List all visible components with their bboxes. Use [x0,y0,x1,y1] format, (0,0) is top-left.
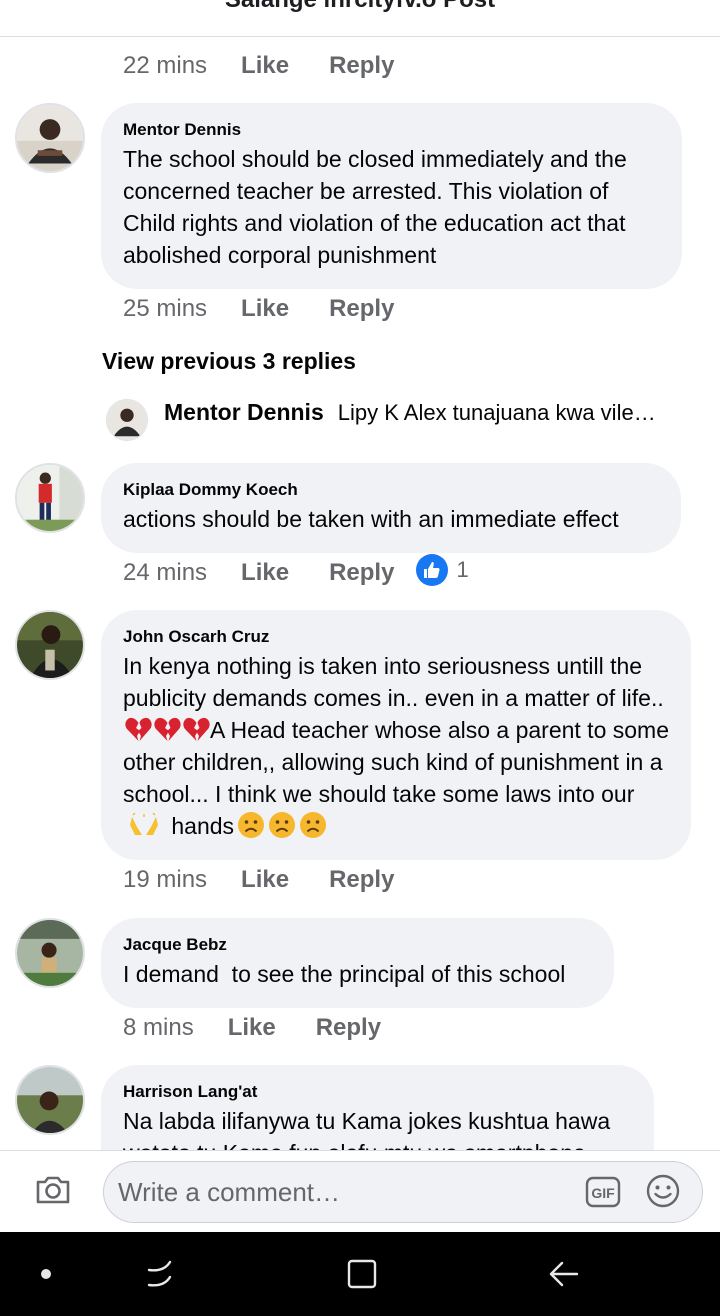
avatar-jacque-bebz[interactable] [15,918,85,988]
post-header: Salange inrcityfv.o Post [0,0,720,37]
comment-text: I demand to see the principal of this sc… [123,961,566,987]
camera-icon[interactable] [34,1171,72,1209]
recent-apps-icon[interactable] [140,1254,180,1294]
reply-button[interactable]: Reply [329,866,394,894]
avatar-image [17,920,83,986]
post-title: Salange inrcityfv.o Post [0,0,720,14]
svg-text:GIF: GIF [591,1185,615,1201]
assistant-dot-icon[interactable] [26,1254,66,1294]
comment-time: 25 mins [123,295,208,322]
comment-author[interactable]: Kiplaa Dommy Koech [123,479,659,501]
comment-bubble: Jacque Bebz I demand to see the principa… [101,918,614,1008]
reaction-summary[interactable]: 1 [416,554,469,586]
avatar-kiplaa-dommy-koech[interactable] [15,463,85,533]
comment-composer: GIF [0,1150,720,1232]
comment-text-part: In kenya nothing is taken into seriousne… [123,653,671,711]
view-previous-replies[interactable]: View previous 3 replies [102,348,356,375]
avatar-image [107,400,147,440]
reply-button[interactable]: Reply [329,559,394,587]
comment-time: 8 mins [123,1014,194,1041]
broken-heart-icon [183,717,210,741]
like-icon [416,554,449,586]
reply-button[interactable]: Reply [329,52,394,80]
comment-author[interactable]: Jacque Bebz [123,934,592,956]
like-button[interactable]: Like [241,559,289,587]
comment-bubble: John Oscarh Cruz In kenya nothing is tak… [101,610,691,860]
comment-author[interactable]: Mentor Dennis [123,119,660,141]
comment-meta: 19 mins Like Reply [123,864,394,896]
comment-text: In kenya nothing is taken into seriousne… [123,650,669,842]
comment-meta: 25 mins Like Reply [123,293,394,325]
back-icon[interactable] [544,1254,584,1294]
avatar-image [17,1067,83,1133]
avatar-harrison-langat[interactable] [15,1065,85,1135]
comment-meta: 22 mins Like Reply [123,50,394,82]
avatar-mentor-dennis-small [106,399,148,441]
emoji-icon[interactable] [645,1173,681,1209]
frowning-face-icon [269,812,296,838]
like-button[interactable]: Like [241,52,289,80]
avatar-image [17,105,83,171]
like-button[interactable]: Like [228,1014,276,1042]
comment-time: 19 mins [123,866,208,893]
raised-hands-icon [130,813,158,835]
reply-text: Lipy K Alex tunajuana kwa vile… [337,399,656,425]
frowning-face-icon [300,812,327,838]
reply-button[interactable]: Reply [329,295,394,323]
home-icon[interactable] [342,1254,382,1294]
reply-button[interactable]: Reply [316,1014,381,1042]
reaction-count: 1 [456,557,469,582]
comment-bubble: Kiplaa Dommy Koech actions should be tak… [101,463,681,553]
gif-icon[interactable]: GIF [585,1175,621,1209]
system-navigation-bar [0,1232,720,1316]
avatar-image [17,612,83,678]
comment-meta: 8 mins Like Reply [123,1012,381,1044]
comments-list[interactable]: 22 mins Like Reply Mentor Dennis The sch… [0,37,720,1150]
avatar-image [17,465,83,531]
comment-author[interactable]: Harrison Lang'at [123,1081,632,1103]
comment-bubble: Harrison Lang'at Na labda ilifanywa tu K… [101,1065,654,1150]
reply-author: Mentor Dennis [164,399,324,425]
comment-author[interactable]: John Oscarh Cruz [123,626,669,648]
comment-meta: 24 mins Like Reply 1 [123,554,469,589]
comment-text: The school should be closed immediately … [123,146,634,268]
avatar-john-oscarh-cruz[interactable] [15,610,85,680]
like-button[interactable]: Like [241,295,289,323]
comment-time: 24 mins [123,559,208,586]
broken-heart-icon [125,717,152,741]
comment-text: actions should be taken with an immediat… [123,506,619,532]
like-button[interactable]: Like [241,866,289,894]
comment-time: 22 mins [123,52,208,79]
reply-preview[interactable]: Mentor Dennis Lipy K Alex tunajuana kwa … [106,399,686,441]
comment-text-part: hands [165,813,235,839]
frowning-face-icon [238,812,265,838]
comment-text: Na labda ilifanywa tu Kama jokes kushtua… [123,1108,611,1150]
broken-heart-icon [154,717,181,741]
avatar-mentor-dennis[interactable] [15,103,85,173]
comment-bubble: Mentor Dennis The school should be close… [101,103,682,289]
